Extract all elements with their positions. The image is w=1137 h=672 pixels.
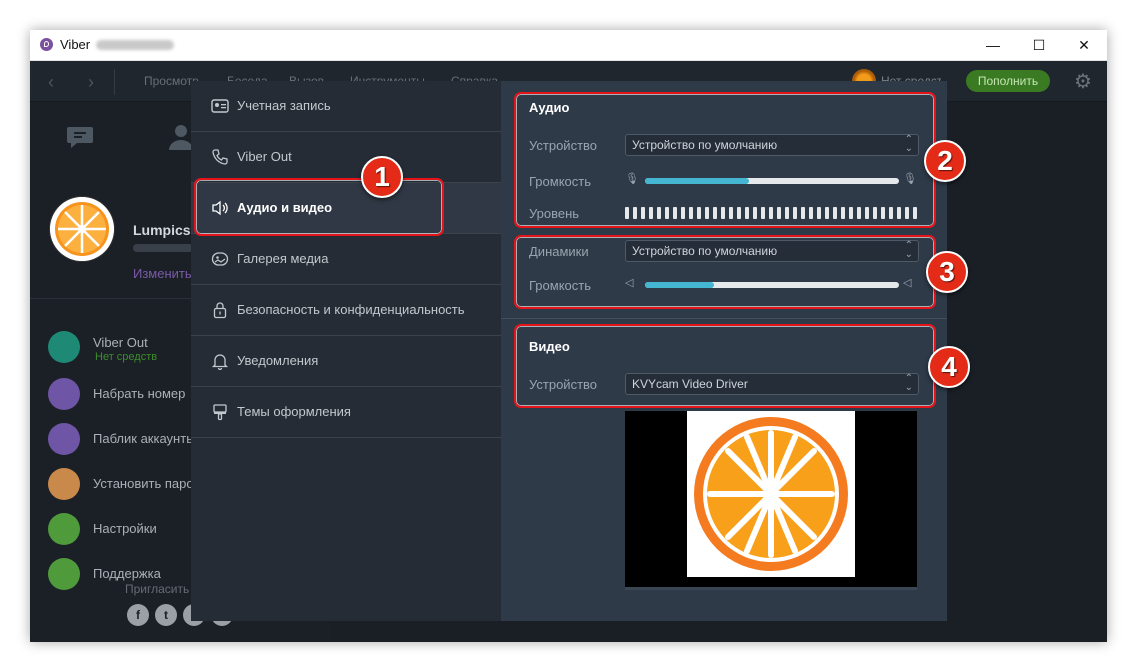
callout-badge-1: 1	[361, 156, 403, 198]
settings-item-label: Viber Out	[237, 149, 292, 164]
settings-item-label: Безопасность и конфиденциальность	[237, 302, 465, 317]
close-button[interactable]: ✕	[1061, 30, 1107, 60]
dialpad-icon	[48, 378, 80, 410]
blurred-phone-number	[96, 40, 174, 50]
callout-badge-3: 3	[926, 251, 968, 293]
gear-icon[interactable]: ⚙	[1070, 68, 1096, 94]
settings-item-themes[interactable]: Темы оформления	[191, 387, 501, 438]
forward-arrow-icon[interactable]: ›	[88, 72, 94, 93]
settings-item-label: Темы оформления	[237, 404, 351, 419]
settings-item-privacy[interactable]: Безопасность и конфиденциальность	[191, 285, 501, 336]
lock-icon	[213, 302, 227, 319]
profile-edit-link[interactable]: Изменить	[133, 266, 192, 281]
settings-item-account[interactable]: Учетная запись	[191, 81, 501, 132]
chat-icon[interactable]	[65, 122, 95, 152]
facebook-icon[interactable]: f	[127, 604, 149, 626]
side-item-label: Набрать номер	[93, 386, 186, 401]
image-icon	[211, 252, 229, 266]
callout-box-3	[514, 235, 936, 309]
phone-icon	[212, 149, 228, 165]
brush-icon	[213, 404, 227, 421]
callout-box-1	[194, 178, 444, 236]
public-accounts-icon	[48, 423, 80, 455]
support-icon	[48, 558, 80, 590]
viber-window: Viber — ☐ ✕ ‹ › Просмотр Беседа Вызов Ин…	[30, 30, 1107, 642]
bell-icon	[211, 354, 229, 370]
side-item-sublabel: Нет средств	[95, 351, 158, 363]
menu-separator	[114, 69, 115, 95]
callout-box-4	[514, 324, 936, 408]
settings-item-label: Галерея медиа	[237, 251, 329, 266]
settings-menu: Учетная запись Viber Out Аудио и видео Г…	[191, 81, 501, 621]
callout-badge-2: 2	[924, 140, 966, 182]
topup-button[interactable]: Пополнить	[966, 70, 1050, 92]
invite-label: Пригласить	[125, 582, 190, 596]
video-preview	[625, 411, 917, 587]
callout-box-2	[514, 92, 936, 228]
settings-item-notifications[interactable]: Уведомления	[191, 336, 501, 387]
settings-item-viber-out[interactable]: Viber Out	[191, 132, 501, 183]
video-preview-image	[687, 411, 855, 577]
lock-icon	[48, 468, 80, 500]
twitter-icon[interactable]: t	[155, 604, 177, 626]
gear-icon	[48, 513, 80, 545]
title-bar: Viber — ☐ ✕	[30, 30, 1107, 61]
maximize-button[interactable]: ☐	[1016, 30, 1062, 60]
callout-badge-4: 4	[928, 346, 970, 388]
phone-icon	[48, 331, 80, 363]
side-item-label: Поддержка	[93, 566, 161, 581]
profile-avatar[interactable]	[50, 197, 114, 261]
back-arrow-icon[interactable]: ‹	[48, 72, 54, 93]
window-title: Viber	[60, 37, 91, 52]
minimize-button[interactable]: —	[970, 30, 1016, 60]
side-item-label: Паблик аккаунты	[93, 431, 196, 446]
settings-item-label: Уведомления	[237, 353, 319, 368]
viber-logo-icon	[40, 38, 53, 51]
section-divider	[501, 318, 947, 319]
blurred-profile-number	[133, 244, 193, 252]
side-item-label: Viber Out	[93, 335, 148, 350]
profile-name: Lumpics	[133, 222, 191, 238]
orange-slice-image	[694, 417, 848, 571]
id-card-icon	[211, 99, 229, 113]
side-item-label: Настройки	[93, 521, 157, 536]
settings-item-media-gallery[interactable]: Галерея медиа	[191, 234, 501, 285]
settings-item-label: Учетная запись	[237, 98, 331, 113]
